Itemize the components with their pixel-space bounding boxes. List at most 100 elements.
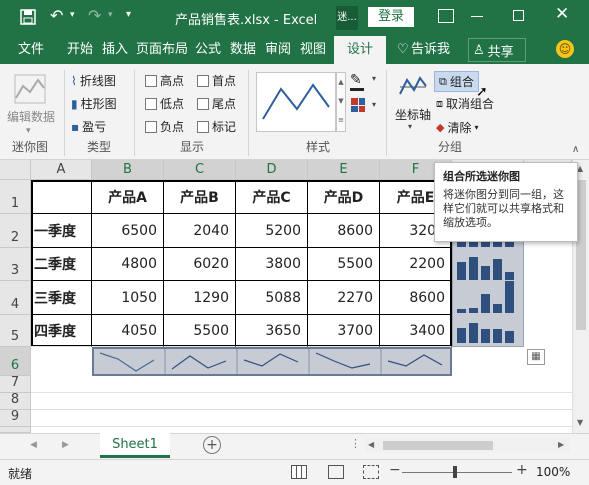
next-sheet-icon[interactable]: ▶ [62, 440, 69, 450]
tab-design[interactable]: 设计 [334, 36, 386, 64]
sparkline-color-dropdown[interactable]: ▾ [372, 74, 376, 83]
table-header[interactable]: 产品C [236, 180, 308, 214]
table-cell[interactable]: 5200 [236, 214, 308, 248]
row-label[interactable]: 一季度 [31, 214, 92, 248]
cell-a1[interactable] [31, 180, 92, 214]
line-sparkline-group[interactable] [92, 347, 452, 376]
table-header[interactable]: 产品D [308, 180, 380, 214]
select-all-corner[interactable] [0, 160, 31, 180]
table-cell[interactable]: 5500 [308, 248, 380, 281]
tab-review[interactable]: 审阅 [265, 36, 291, 64]
undo-dropdown-icon[interactable]: ▾ [70, 10, 75, 20]
table-cell[interactable]: 3700 [308, 315, 380, 347]
table-cell[interactable]: 6020 [164, 248, 236, 281]
page-layout-view-icon[interactable] [328, 465, 344, 479]
sheet-tab-sheet1[interactable]: Sheet1 [100, 433, 170, 458]
marker-color-dropdown[interactable]: ▾ [372, 100, 376, 109]
markers-checkbox[interactable]: 标记 [197, 118, 236, 135]
customize-qat-icon[interactable]: ▾ [126, 9, 131, 20]
table-cell[interactable]: 2040 [164, 214, 236, 248]
winloss-type-button[interactable]: ▪ 盈亏 [71, 118, 106, 135]
sparkline-color-icon[interactable]: ✎ [350, 72, 364, 91]
table-cell[interactable]: 4800 [92, 248, 164, 281]
row-header-7[interactable]: 7 [0, 375, 31, 393]
redo-icon[interactable]: ↷ [88, 6, 101, 25]
column-header-c[interactable]: C [164, 160, 236, 180]
negative-point-checkbox[interactable]: 负点 [145, 118, 184, 135]
login-button[interactable]: 登录 [368, 7, 414, 27]
row-label[interactable]: 二季度 [31, 248, 92, 281]
row-label[interactable]: 四季度 [31, 315, 92, 347]
marker-color-icon[interactable] [351, 98, 365, 112]
ungroup-button[interactable]: ⧈ 取消组合 [436, 95, 494, 112]
tell-me-search[interactable]: 告诉我 [411, 36, 450, 64]
tab-home[interactable]: 开始 [67, 36, 93, 64]
row-header-6[interactable]: 6 [0, 347, 31, 376]
table-cell[interactable]: 5088 [236, 281, 308, 315]
table-cell[interactable]: 3400 [380, 315, 452, 347]
edit-data-dropdown-icon[interactable]: ▾ [26, 126, 31, 136]
zoom-in-icon[interactable]: + [516, 462, 528, 478]
row-header-4[interactable]: 4 [0, 281, 31, 315]
minimize-button[interactable] [471, 16, 483, 17]
edit-data-icon[interactable] [14, 74, 46, 104]
column-header-d[interactable]: D [236, 160, 308, 180]
save-icon[interactable] [20, 9, 36, 25]
add-sheet-icon[interactable]: + [203, 436, 221, 454]
tab-page-layout[interactable]: 页面布局 [136, 36, 188, 64]
tab-view[interactable]: 视图 [300, 36, 326, 64]
first-point-checkbox[interactable]: 首点 [197, 72, 236, 89]
edit-data-button[interactable]: 编辑数据 [7, 108, 55, 125]
table-cell[interactable]: 2200 [380, 248, 452, 281]
axis-icon[interactable] [398, 74, 428, 100]
table-cell[interactable]: 1290 [164, 281, 236, 315]
redo-dropdown-icon[interactable]: ▾ [108, 10, 113, 20]
style-gallery[interactable] [256, 72, 336, 132]
scroll-right-icon[interactable]: ▶ [558, 440, 564, 449]
share-button[interactable]: ♙ 共享 [468, 38, 526, 62]
line-type-button[interactable]: ⌇ 折线图 [71, 72, 116, 89]
row-header-8[interactable]: 8 [0, 392, 31, 410]
zoom-slider[interactable] [402, 472, 512, 473]
table-cell[interactable]: 5500 [164, 315, 236, 347]
zoom-out-icon[interactable]: − [389, 462, 401, 478]
maximize-button[interactable] [513, 10, 524, 21]
row-label[interactable]: 三季度 [31, 281, 92, 315]
zoom-slider-thumb[interactable] [453, 466, 457, 478]
collapse-ribbon-icon[interactable]: ∧ [572, 144, 579, 155]
table-cell[interactable]: 1050 [92, 281, 164, 315]
tab-data[interactable]: 数据 [230, 36, 256, 64]
table-cell[interactable]: 3650 [236, 315, 308, 347]
h-scroll-thumb[interactable] [383, 441, 493, 450]
row-header-1[interactable]: 1 [0, 180, 31, 214]
scroll-left-icon[interactable]: ◀ [368, 440, 374, 449]
row-header-5[interactable]: 5 [0, 315, 31, 347]
table-cell[interactable]: 6500 [92, 214, 164, 248]
table-cell[interactable]: 2270 [308, 281, 380, 315]
ribbon-display-icon[interactable] [438, 9, 454, 23]
row-header-2[interactable]: 2 [0, 214, 31, 248]
undo-icon[interactable]: ↶ [50, 6, 63, 25]
zoom-level[interactable]: 100% [536, 465, 570, 479]
gallery-scroll[interactable]: ▲ ▼ ≡ [336, 72, 346, 132]
axis-dropdown-icon[interactable]: ▾ [408, 122, 412, 131]
scroll-down-icon[interactable]: ▼ [577, 418, 583, 427]
axis-button[interactable]: 坐标轴 [395, 106, 431, 123]
close-button[interactable]: ✕ [555, 4, 569, 24]
clear-button[interactable]: ◆ 清除 ▾ [436, 119, 479, 136]
page-break-view-icon[interactable] [363, 465, 379, 479]
tab-formulas[interactable]: 公式 [195, 36, 221, 64]
last-point-checkbox[interactable]: 尾点 [197, 95, 236, 112]
prev-sheet-icon[interactable]: ◀ [30, 440, 37, 450]
high-point-checkbox[interactable]: 高点 [145, 72, 184, 89]
quick-analysis-icon[interactable]: ▦ [527, 349, 545, 365]
smiley-feedback-icon[interactable]: ☺ [556, 40, 574, 58]
column-header-e[interactable]: E [308, 160, 380, 180]
column-type-button[interactable]: ▮ 柱形图 [71, 95, 117, 112]
row-header-9[interactable]: 9 [0, 409, 31, 427]
group-button[interactable]: ⧉ 组合 [434, 71, 479, 92]
horizontal-scrollbar[interactable]: ◀ ▶ [365, 438, 570, 453]
normal-view-icon[interactable] [291, 465, 307, 479]
table-cell[interactable]: 3800 [236, 248, 308, 281]
tab-insert[interactable]: 插入 [102, 36, 128, 64]
